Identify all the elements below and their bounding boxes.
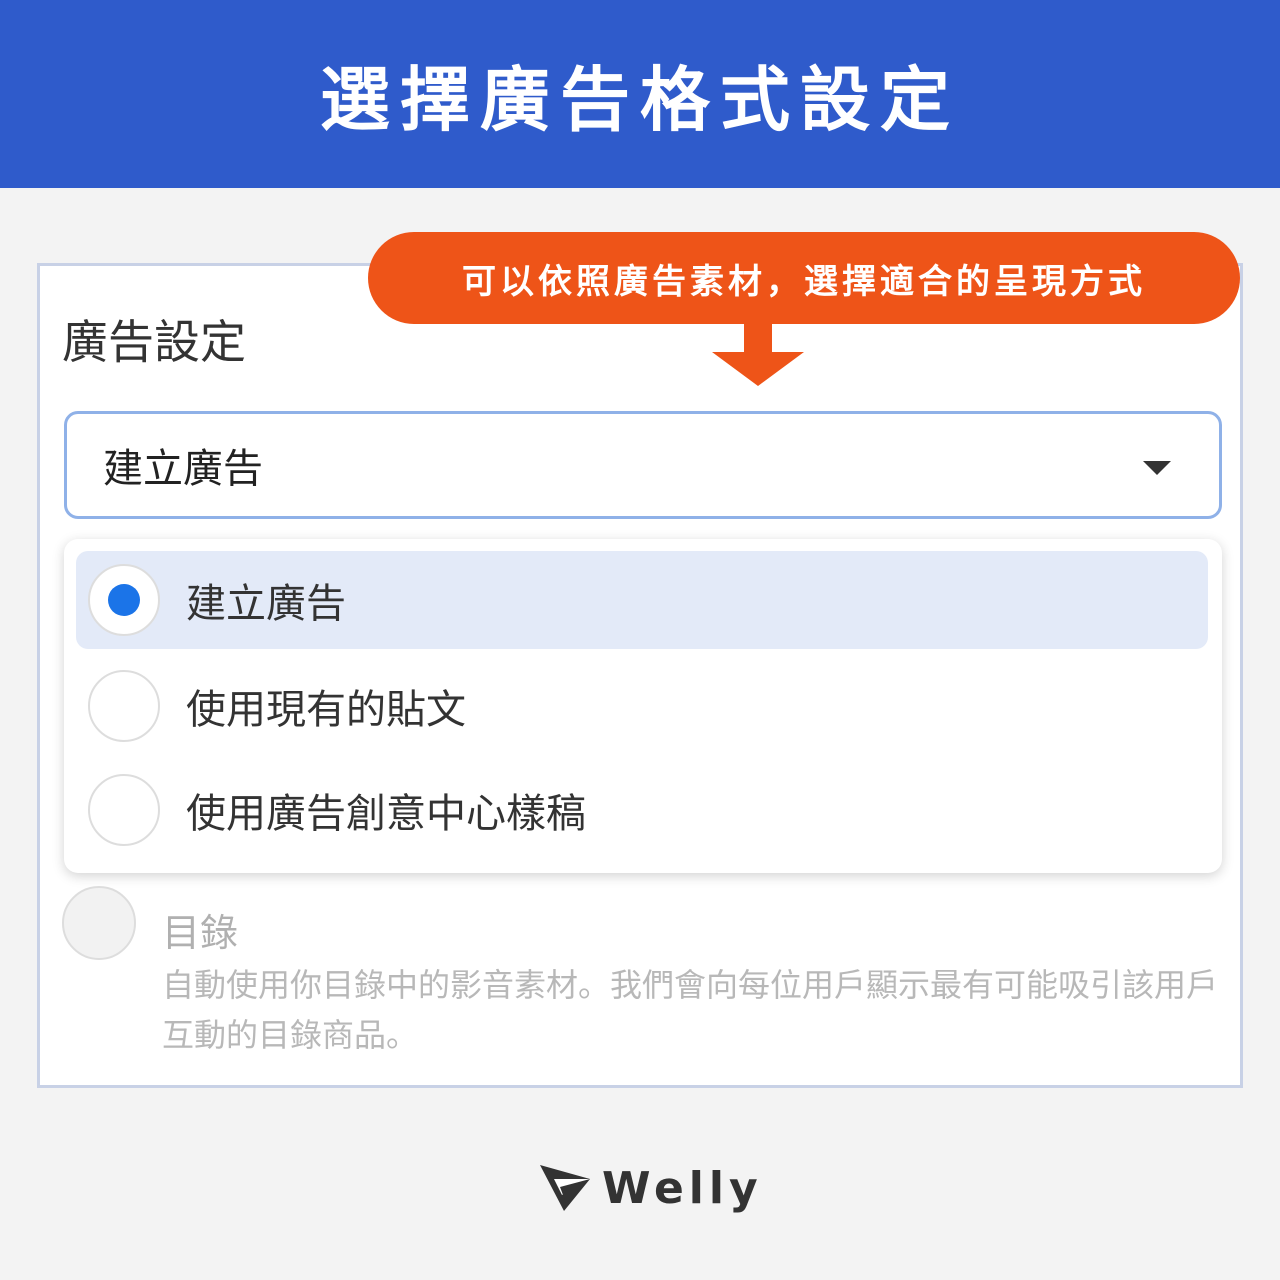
option-label: 建立廣告 xyxy=(186,581,346,627)
paper-plane-icon xyxy=(540,1165,590,1211)
radio-icon[interactable] xyxy=(88,774,160,846)
section-title: 廣告設定 xyxy=(62,315,246,369)
ad-settings-card: 廣告設定 建立廣告 建立廣告 使用現有的貼文 使用廣告創意中心樣稿 目錄 自動使… xyxy=(37,263,1243,1088)
select-value: 建立廣告 xyxy=(103,446,263,492)
option-label: 使用現有的貼文 xyxy=(186,687,466,733)
ad-format-dropdown: 建立廣告 使用現有的貼文 使用廣告創意中心樣稿 xyxy=(64,539,1222,873)
callout-text: 可以依照廣告素材，選擇適合的呈現方式 xyxy=(462,261,1146,302)
option-label: 使用廣告創意中心樣稿 xyxy=(186,791,586,837)
option-creative-hub-mockup[interactable]: 使用廣告創意中心樣稿 xyxy=(76,761,1208,859)
catalog-radio-icon[interactable] xyxy=(62,886,136,960)
brand-footer: Welly xyxy=(538,1158,763,1218)
banner-title: 選擇廣告格式設定 xyxy=(320,58,960,141)
radio-selected-icon[interactable] xyxy=(88,564,160,636)
callout-bubble: 可以依照廣告素材，選擇適合的呈現方式 xyxy=(368,232,1240,324)
arrow-down-icon xyxy=(712,322,804,386)
header-banner: 選擇廣告格式設定 xyxy=(0,0,1280,188)
option-create-ad[interactable]: 建立廣告 xyxy=(76,551,1208,649)
option-existing-post[interactable]: 使用現有的貼文 xyxy=(76,657,1208,755)
radio-icon[interactable] xyxy=(88,670,160,742)
caret-down-icon xyxy=(1143,461,1171,475)
catalog-description: 自動使用你目錄中的影音素材。我們會向每位用戶顯示最有可能吸引該用戶互動的目錄商品… xyxy=(162,966,1219,1054)
brand-name: Welly xyxy=(602,1162,763,1214)
catalog-title: 目錄 xyxy=(162,911,239,955)
ad-format-select[interactable]: 建立廣告 xyxy=(64,411,1222,519)
